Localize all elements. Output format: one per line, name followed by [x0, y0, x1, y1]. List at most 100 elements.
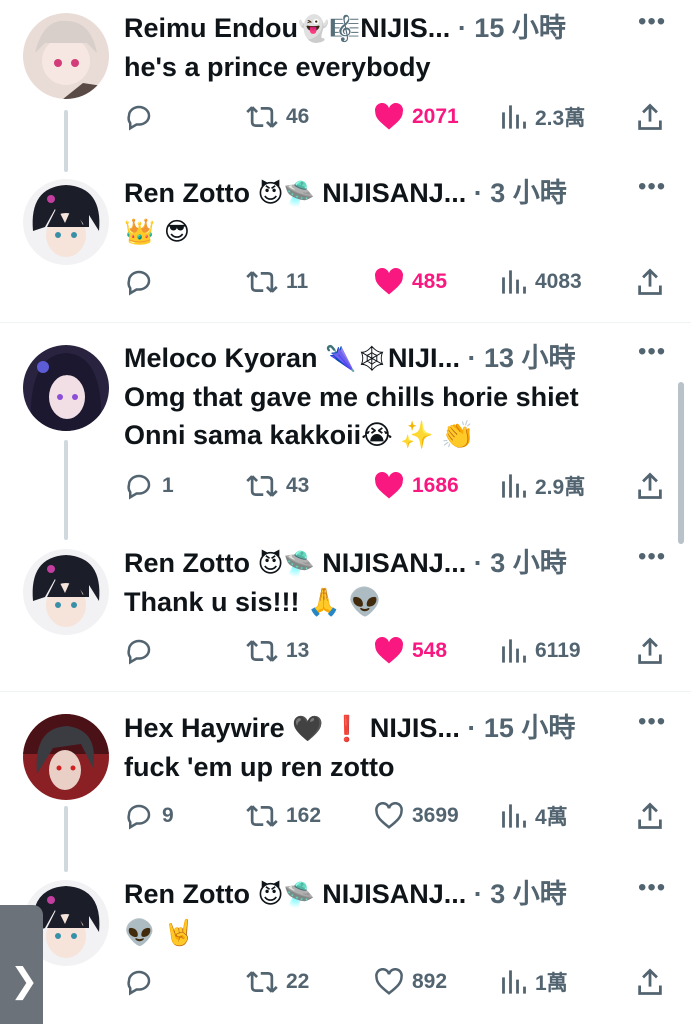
name-emoji: 😈🛸 [257, 549, 315, 578]
share-button[interactable] [636, 262, 664, 302]
retweet-button[interactable]: 162 [246, 796, 321, 836]
share-button[interactable] [636, 466, 664, 506]
like-count: 892 [412, 970, 448, 993]
tweet-item[interactable]: Hex Haywire 🖤 ❗ NIJIS... · 15 小時 ••• fuc… [0, 700, 691, 860]
name-emoji: 🖤 ❗ [292, 714, 363, 743]
reply-count: 9 [162, 804, 174, 827]
avatar-hex[interactable] [23, 714, 109, 800]
avatar-ren[interactable] [23, 179, 109, 265]
retweet-count: 13 [286, 639, 310, 662]
heart-outline-icon [375, 802, 403, 829]
heart-filled-icon [375, 637, 403, 664]
author-name[interactable]: Reimu Endou [124, 13, 298, 43]
reply-button[interactable] [124, 97, 162, 137]
analytics-icon [502, 474, 526, 498]
avatar-meloco[interactable] [23, 345, 109, 431]
side-expand-tab[interactable]: ❯ [0, 905, 43, 1024]
retweet-icon [246, 475, 278, 497]
author-affiliation[interactable]: NIJISANJ... [322, 178, 466, 208]
share-icon [638, 103, 662, 130]
like-button[interactable]: 548 [374, 631, 447, 671]
share-button[interactable] [636, 796, 664, 836]
thread-divider [0, 691, 691, 692]
tweet-actions: 1 43 1686 2.9萬 [124, 466, 674, 506]
reply-icon [127, 270, 151, 296]
views-button[interactable]: 1萬 [501, 962, 568, 1002]
more-options-icon[interactable]: ••• [638, 543, 666, 571]
tweet-text: Thank u sis!!! 🙏 👽 [124, 583, 644, 621]
reply-button[interactable] [124, 262, 162, 302]
retweet-button[interactable]: 22 [246, 962, 309, 1002]
retweet-icon [246, 271, 278, 293]
timestamp[interactable]: · 15 小時 [458, 13, 566, 43]
author-name[interactable]: Ren Zotto [124, 879, 250, 909]
timestamp[interactable]: · 3 小時 [474, 178, 567, 208]
name-emoji: 🌂🕸 [325, 344, 388, 373]
views-count: 6119 [535, 639, 581, 662]
tweet-item[interactable]: Ren Zotto 😈🛸 NIJISANJ... · 3 小時 ••• 👑 😎 … [0, 165, 691, 320]
thread-divider [0, 322, 691, 323]
author-name[interactable]: Meloco Kyoran [124, 343, 318, 373]
author-name[interactable]: Ren Zotto [124, 548, 250, 578]
tweet-item[interactable]: Ren Zotto 😈🛸 NIJISANJ... · 3 小時 ••• Than… [0, 535, 691, 690]
tweet-item[interactable]: Reimu Endou👻🎼NIJIS... · 15 小時 ••• he's a… [0, 0, 691, 160]
share-button[interactable] [636, 97, 664, 137]
author-affiliation[interactable]: NIJIS... [360, 13, 450, 43]
retweet-button[interactable]: 46 [246, 97, 309, 137]
like-button[interactable]: 2071 [374, 97, 459, 137]
tweet-item[interactable]: Ren Zotto 😈🛸 NIJISANJ... · 3 小時 ••• 👽 🤘 … [0, 866, 691, 1024]
views-button[interactable]: 4083 [501, 262, 582, 302]
author-affiliation[interactable]: NIJISANJ... [322, 879, 466, 909]
share-icon [638, 802, 662, 829]
tweet-actions: 22 892 1萬 [124, 962, 674, 1002]
like-button[interactable]: 485 [374, 262, 447, 302]
like-button[interactable]: 3699 [374, 796, 459, 836]
heart-filled-icon [375, 268, 403, 295]
tweet-actions: 11 485 4083 [124, 262, 674, 302]
views-button[interactable]: 2.9萬 [501, 466, 585, 506]
tweet-actions: 9 162 3699 4萬 [124, 796, 674, 836]
author-name[interactable]: Hex Haywire [124, 713, 285, 743]
tweet-text-line: 👑 😎 [124, 217, 190, 246]
avatar-ren[interactable] [23, 549, 109, 635]
timestamp[interactable]: · 3 小時 [474, 879, 567, 909]
more-options-icon[interactable]: ••• [638, 708, 666, 736]
views-button[interactable]: 4萬 [501, 796, 568, 836]
more-options-icon[interactable]: ••• [638, 338, 666, 366]
like-button[interactable]: 892 [374, 962, 447, 1002]
retweet-count: 22 [286, 970, 310, 993]
retweet-button[interactable]: 43 [246, 466, 309, 506]
reply-button[interactable]: 9 [124, 796, 174, 836]
author-affiliation[interactable]: NIJI... [388, 343, 460, 373]
author-affiliation[interactable]: NIJIS... [370, 713, 460, 743]
more-options-icon[interactable]: ••• [638, 173, 666, 201]
reply-icon [127, 474, 151, 500]
heart-filled-icon [375, 103, 403, 130]
share-button[interactable] [636, 631, 664, 671]
retweet-count: 162 [286, 804, 322, 827]
timestamp[interactable]: · 13 小時 [467, 343, 575, 373]
tweet-item[interactable]: Meloco Kyoran 🌂🕸NIJI... · 13 小時 ••• Omg … [0, 330, 691, 520]
more-options-icon[interactable]: ••• [638, 8, 666, 36]
more-options-icon[interactable]: ••• [638, 874, 666, 902]
tweet-header: Meloco Kyoran 🌂🕸NIJI... · 13 小時 [124, 340, 624, 376]
share-button[interactable] [636, 962, 664, 1002]
reply-button[interactable]: 1 [124, 466, 174, 506]
share-icon [638, 472, 662, 499]
retweet-button[interactable]: 13 [246, 631, 309, 671]
scrollbar[interactable] [678, 382, 684, 544]
avatar-reimu[interactable] [23, 13, 109, 99]
reply-button[interactable] [124, 631, 162, 671]
tweet-text-line: Omg that gave me chills horie shiet [124, 382, 579, 412]
author-affiliation[interactable]: NIJISANJ... [322, 548, 466, 578]
like-button[interactable]: 1686 [374, 466, 459, 506]
reply-button[interactable] [124, 962, 162, 1002]
views-button[interactable]: 6119 [501, 631, 581, 671]
timestamp[interactable]: · 15 小時 [467, 713, 575, 743]
views-button[interactable]: 2.3萬 [501, 97, 585, 137]
retweet-count: 43 [286, 474, 310, 497]
timestamp[interactable]: · 3 小時 [474, 548, 567, 578]
retweet-button[interactable]: 11 [246, 262, 308, 302]
share-icon [638, 268, 662, 295]
author-name[interactable]: Ren Zotto [124, 178, 250, 208]
